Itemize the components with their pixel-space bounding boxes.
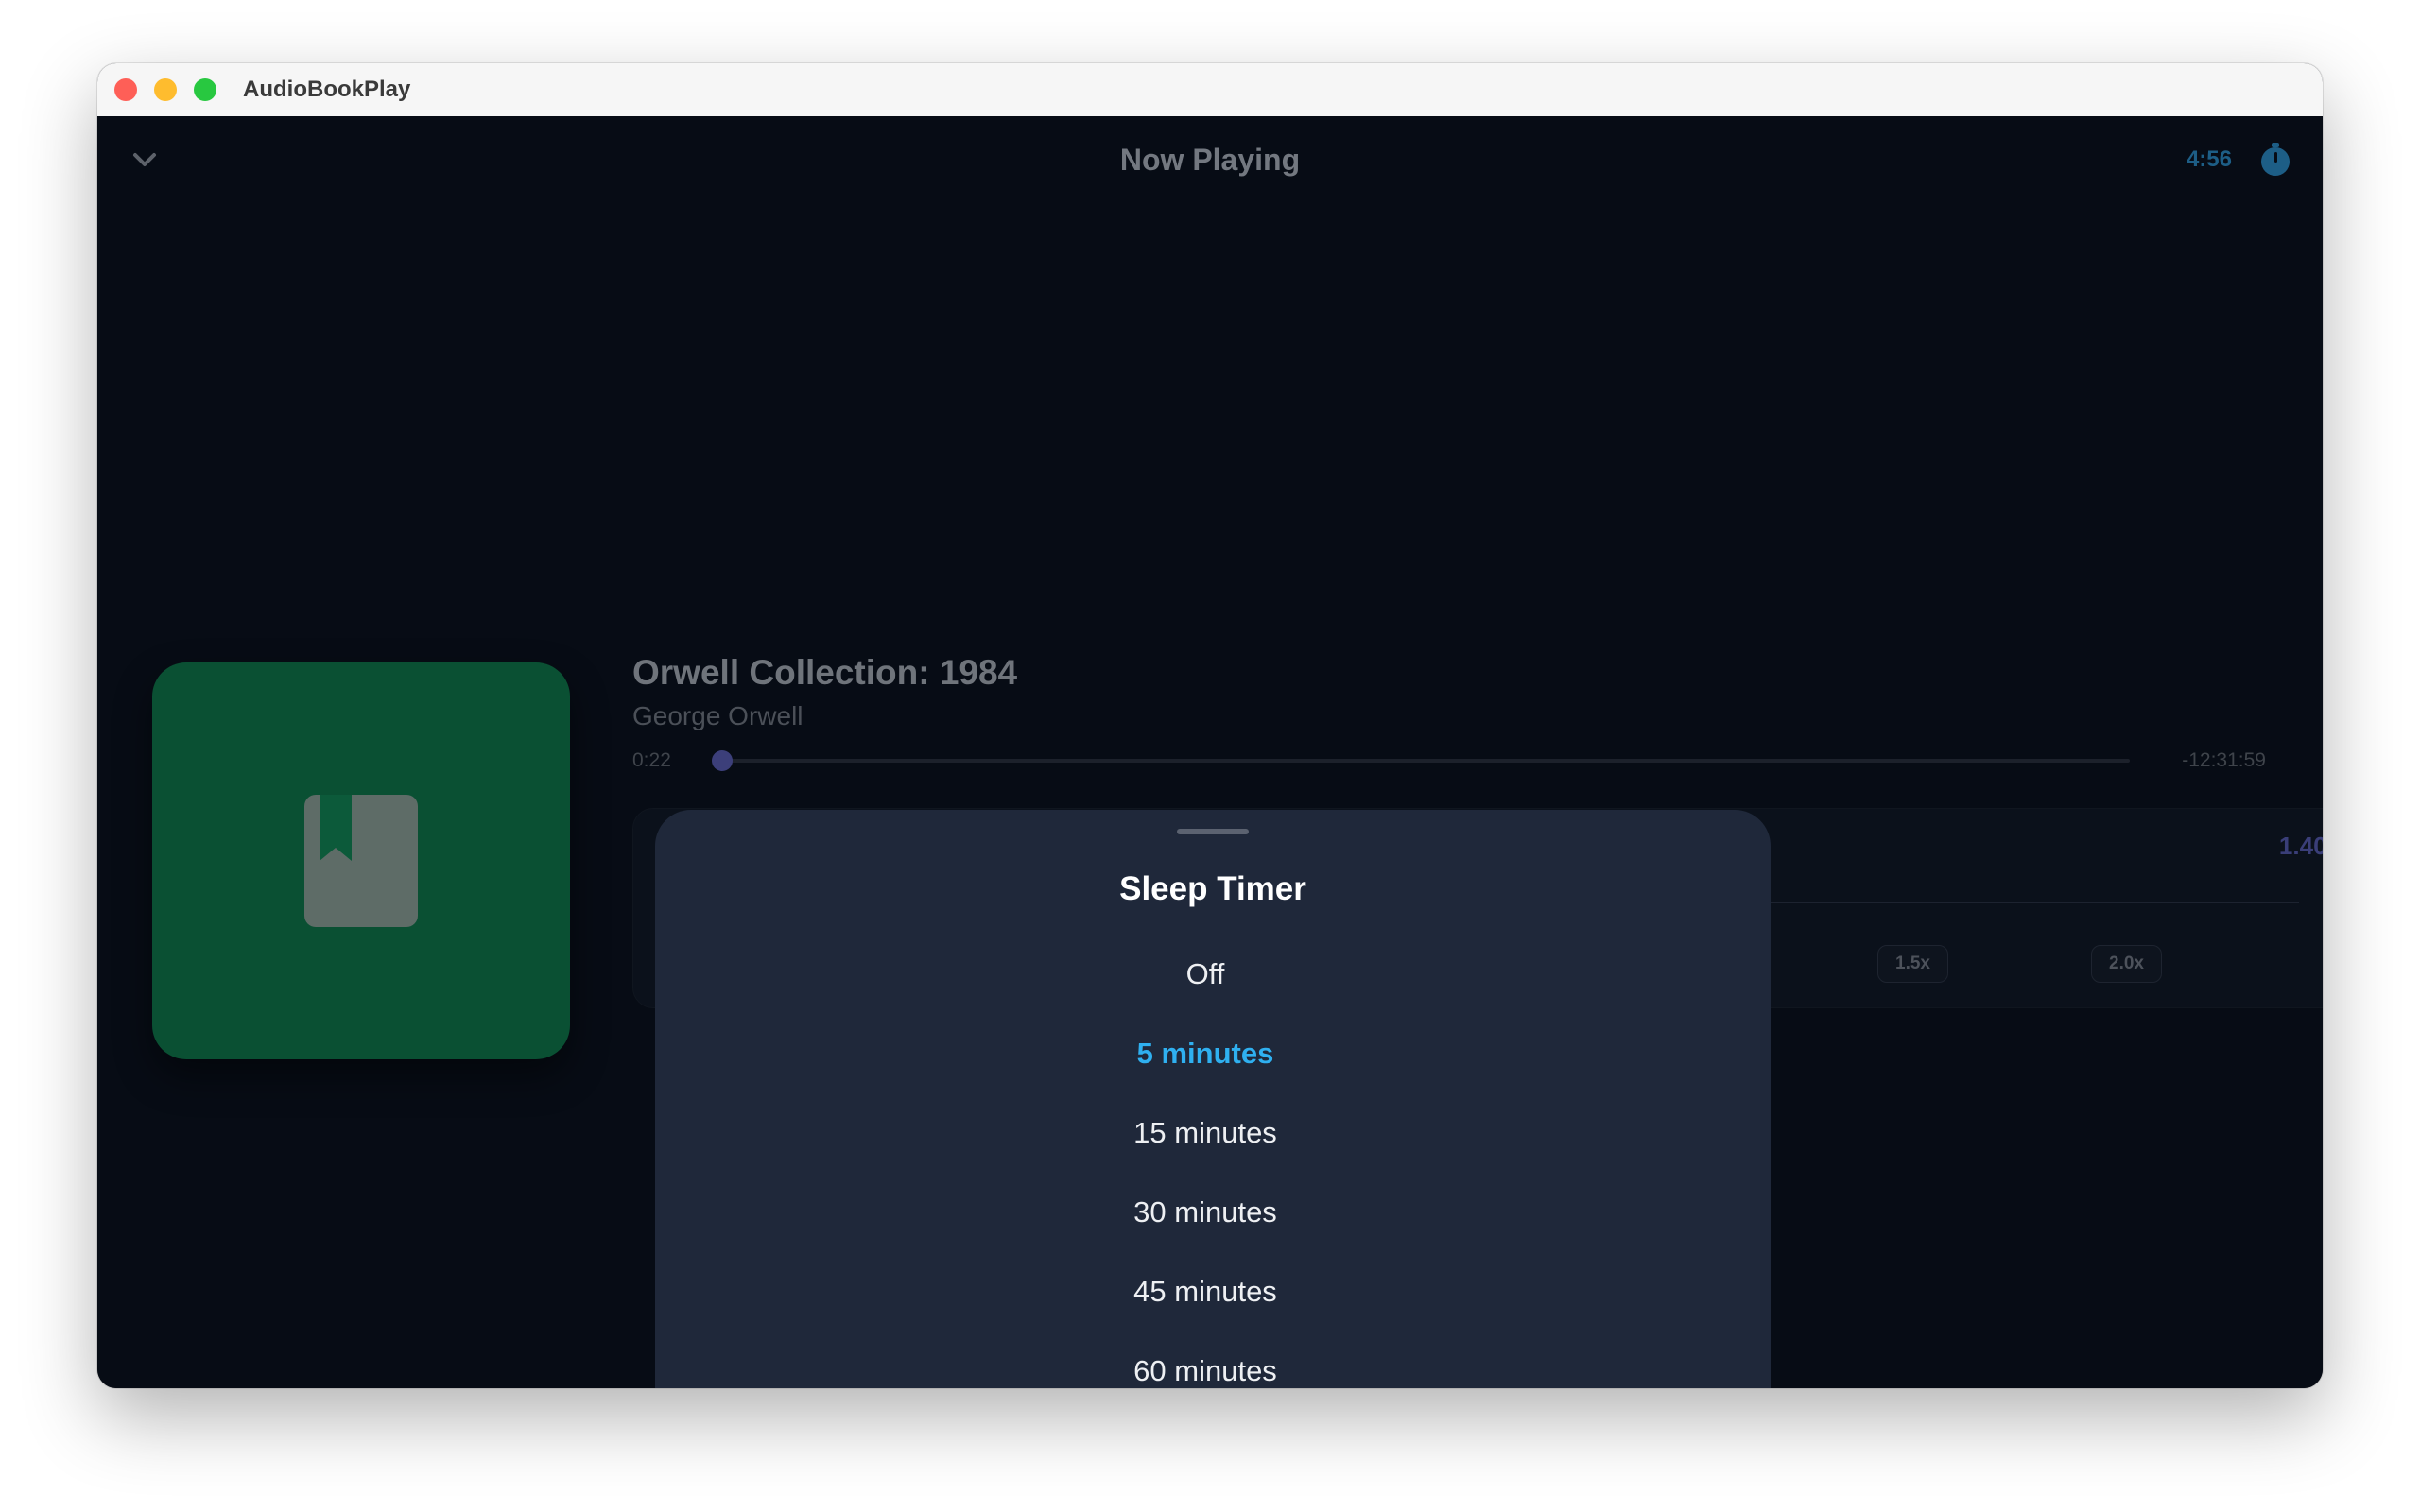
sleep-timer-option-off[interactable]: Off [648, 955, 1763, 993]
title-bar: AudioBookPlay [97, 63, 2323, 117]
sleep-timer-option-60-minutes[interactable]: 60 minutes [648, 1352, 1763, 1388]
sleep-timer-option-15-minutes[interactable]: 15 minutes [648, 1114, 1763, 1152]
now-playing-screen: Now Playing 4:56 Orwell Collection: 1984… [97, 116, 2323, 1388]
book-cover [152, 662, 570, 1059]
progress-handle[interactable] [711, 750, 733, 771]
book-bookmark-icon [304, 795, 418, 927]
close-window-button[interactable] [114, 78, 137, 101]
speed-value: 1.40x [2278, 832, 2323, 860]
minimize-window-button[interactable] [154, 78, 177, 101]
app-window: AudioBookPlay Now Playing 4:56 Orwell Co… [97, 63, 2323, 1388]
book-author: George Orwell [632, 701, 804, 730]
sleep-timer-button[interactable] [2256, 141, 2294, 179]
window-title: AudioBookPlay [243, 77, 411, 102]
sleep-timer-remaining[interactable]: 4:56 [2187, 143, 2232, 177]
elapsed-time: 0:22 [632, 749, 671, 771]
zoom-window-button[interactable] [194, 78, 216, 101]
sleep-timer-sheet: Sleep Timer Off 5 minutes 15 minutes 30 … [655, 810, 1771, 1388]
speed-preset-button[interactable]: 2.0x [2091, 945, 2162, 983]
sleep-timer-option-45-minutes[interactable]: 45 minutes [648, 1273, 1763, 1311]
speed-preset-button[interactable]: 1.5x [1877, 945, 1948, 983]
sheet-title: Sleep Timer [1119, 870, 1306, 907]
sleep-timer-option-5-minutes[interactable]: 5 minutes [648, 1035, 1763, 1073]
sleep-timer-option-30-minutes[interactable]: 30 minutes [648, 1194, 1763, 1231]
stopwatch-icon [2261, 143, 2290, 176]
sheet-grabber[interactable] [1177, 829, 1249, 834]
page-title: Now Playing [1119, 143, 1301, 177]
remaining-time: -12:31:59 [2182, 749, 2266, 771]
progress-slider[interactable] [711, 750, 2130, 771]
book-title: Orwell Collection: 1984 [632, 653, 1018, 692]
